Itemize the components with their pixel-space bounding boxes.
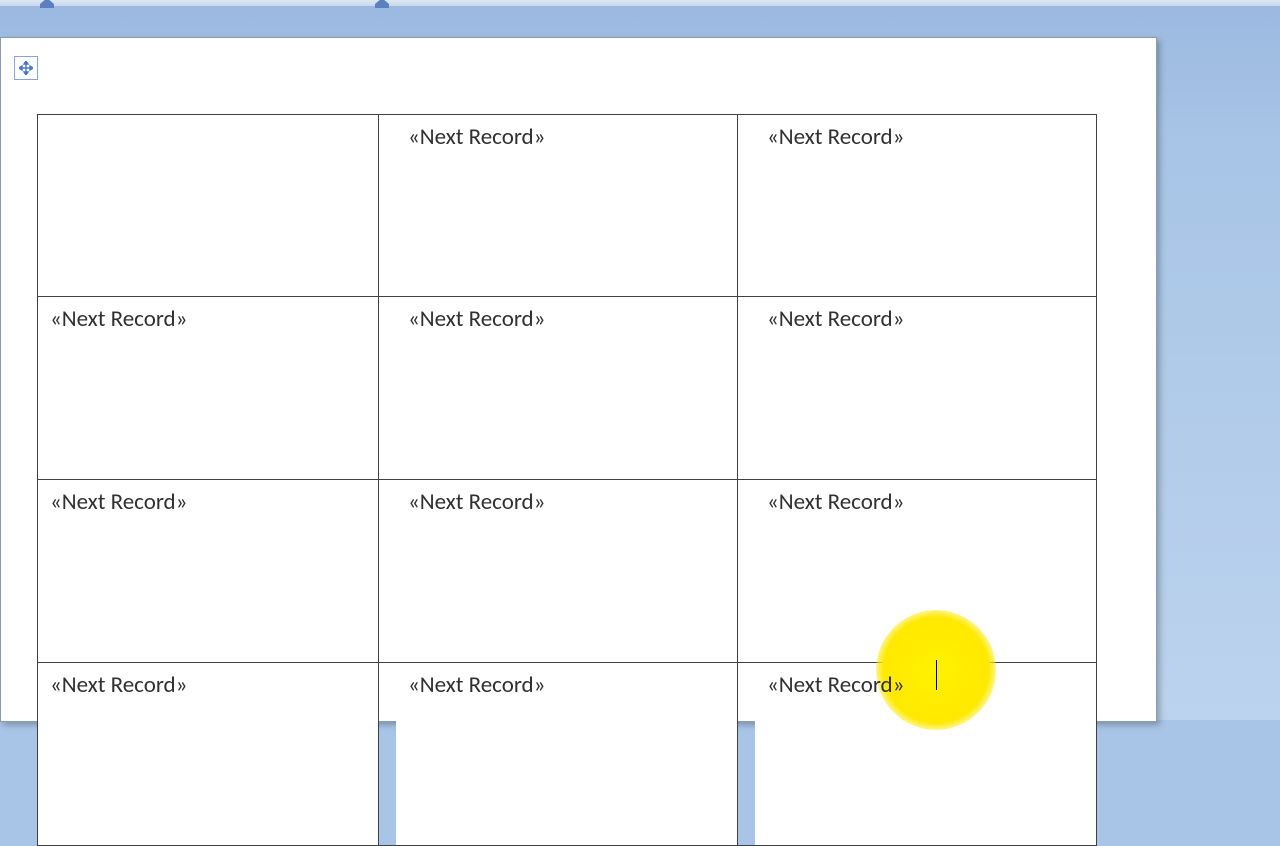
merge-field[interactable]: «Next Record» xyxy=(50,671,187,699)
column-gap xyxy=(738,480,755,663)
label-cell[interactable]: «Next Record» xyxy=(396,114,738,297)
table-row: «Next Record» «Next Record» «Next Record… xyxy=(37,297,1097,480)
merge-field[interactable]: «Next Record» xyxy=(767,488,904,516)
merge-field[interactable]: «Next Record» xyxy=(408,123,545,151)
column-gap xyxy=(379,663,396,846)
column-gap xyxy=(379,480,396,663)
merge-field[interactable]: «Next Record» xyxy=(767,671,904,699)
label-cell[interactable]: «Next Record» xyxy=(755,114,1097,297)
label-cell[interactable]: «Next Record» xyxy=(396,480,738,663)
label-cell[interactable] xyxy=(37,114,379,297)
merge-field[interactable]: «Next Record» xyxy=(408,488,545,516)
table-move-handle[interactable] xyxy=(14,56,38,80)
label-cell[interactable]: «Next Record» xyxy=(37,663,379,846)
label-cell[interactable]: «Next Record» xyxy=(396,297,738,480)
column-gap xyxy=(738,114,755,297)
indent-marker-icon[interactable] xyxy=(375,0,389,8)
label-cell[interactable]: «Next Record» xyxy=(755,297,1097,480)
workspace: «Next Record» «Next Record» «Next Record… xyxy=(0,0,1280,720)
merge-field[interactable]: «Next Record» xyxy=(767,123,904,151)
label-cell[interactable]: «Next Record» xyxy=(37,297,379,480)
document-page[interactable]: «Next Record» «Next Record» «Next Record… xyxy=(0,37,1157,722)
column-gap xyxy=(738,297,755,480)
column-gap xyxy=(379,297,396,480)
merge-field[interactable]: «Next Record» xyxy=(50,305,187,333)
horizontal-ruler[interactable] xyxy=(0,0,1280,7)
column-gap xyxy=(379,114,396,297)
column-gap xyxy=(738,663,755,846)
label-table[interactable]: «Next Record» «Next Record» «Next Record… xyxy=(37,114,1097,846)
merge-field[interactable]: «Next Record» xyxy=(767,305,904,333)
merge-field[interactable]: «Next Record» xyxy=(408,305,545,333)
label-cell[interactable]: «Next Record» xyxy=(396,663,738,846)
merge-field[interactable]: «Next Record» xyxy=(50,488,187,516)
text-caret xyxy=(936,660,937,690)
merge-field[interactable]: «Next Record» xyxy=(408,671,545,699)
indent-marker-icon[interactable] xyxy=(40,0,54,8)
table-row: «Next Record» «Next Record» xyxy=(37,114,1097,297)
label-cell[interactable]: «Next Record» xyxy=(37,480,379,663)
